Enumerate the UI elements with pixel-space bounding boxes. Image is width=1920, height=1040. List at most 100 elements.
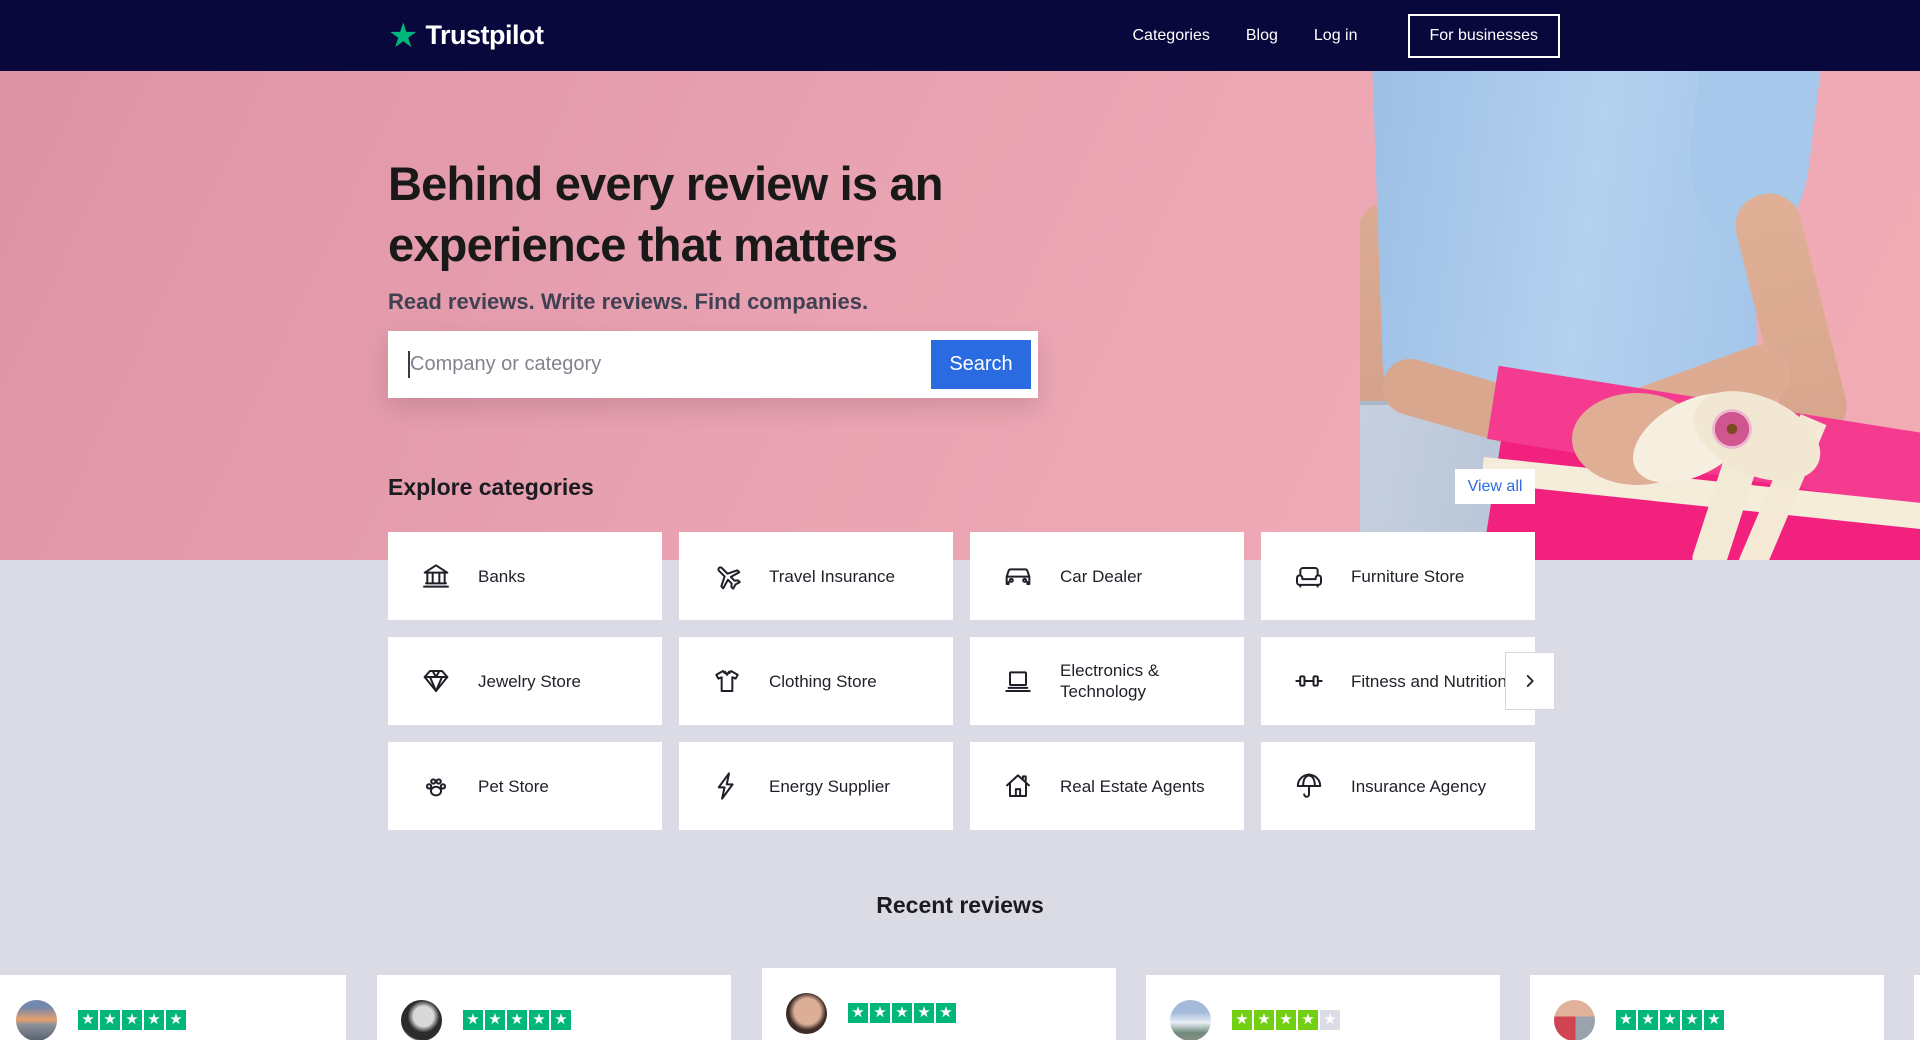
trustpilot-homepage: ★ Trustpilot Categories Blog Log in For …	[0, 0, 1920, 1040]
star-icon: ★	[892, 1003, 912, 1023]
star-icon: ★	[463, 1010, 483, 1030]
category-card-electronics-technology[interactable]: Electronics & Technology	[970, 637, 1244, 725]
category-label: Insurance Agency	[1351, 776, 1487, 796]
reviewer-avatar	[401, 1000, 442, 1040]
star-icon: ★	[78, 1010, 98, 1030]
hero-section: Behind every review is an experience tha…	[0, 71, 1920, 560]
star-icon: ★	[936, 1003, 956, 1023]
hero-title-line2: experience that matters	[388, 218, 898, 271]
nav-link-login[interactable]: Log in	[1314, 27, 1358, 45]
for-businesses-button[interactable]: For businesses	[1407, 13, 1560, 58]
laptop-icon	[1002, 665, 1034, 697]
diamond-icon	[420, 665, 452, 697]
search-button[interactable]: Search	[931, 340, 1031, 389]
search-input[interactable]	[388, 331, 928, 398]
top-navbar: ★ Trustpilot Categories Blog Log in For …	[0, 0, 1920, 71]
review-card[interactable]: ★ ★ ★ ★ ★	[762, 968, 1116, 1040]
category-card-furniture-store[interactable]: Furniture Store	[1261, 532, 1535, 620]
star-icon: ★	[1638, 1010, 1658, 1030]
star-rating-4: ★ ★ ★ ★ ★	[1232, 1010, 1340, 1030]
category-label: Pet Store	[478, 776, 549, 796]
umbrella-icon	[1293, 770, 1325, 802]
hero-title: Behind every review is an experience tha…	[388, 153, 944, 275]
star-icon: ★	[1616, 1010, 1636, 1030]
nav-link-categories[interactable]: Categories	[1133, 27, 1210, 45]
star-icon: ★	[529, 1010, 549, 1030]
category-label: Car Dealer	[1060, 566, 1143, 586]
star-icon: ★	[1660, 1010, 1680, 1030]
recent-reviews-heading: Recent reviews	[876, 892, 1044, 918]
review-card[interactable]: ★ ★ ★ ★ ★	[1146, 975, 1500, 1040]
category-card-travel-insurance[interactable]: Travel Insurance	[679, 532, 953, 620]
review-card[interactable]: ★ ★ ★ ★ ★	[1530, 975, 1884, 1040]
category-card-jewelry-store[interactable]: Jewelry Store	[388, 637, 662, 725]
plane-icon	[711, 560, 743, 592]
star-rating-5: ★ ★ ★ ★ ★	[848, 1003, 956, 1023]
trustpilot-logo[interactable]: ★ Trustpilot	[388, 0, 544, 71]
house-icon	[1002, 770, 1034, 802]
category-card-insurance-agency[interactable]: Insurance Agency	[1261, 742, 1535, 830]
dumbbell-icon	[1293, 665, 1325, 697]
category-label: Travel Insurance	[769, 566, 895, 586]
star-rating-5: ★ ★ ★ ★ ★	[1616, 1010, 1724, 1030]
star-rating-5: ★ ★ ★ ★ ★	[463, 1010, 571, 1030]
car-icon	[1002, 560, 1034, 592]
review-card[interactable]: ★ ★ ★ ★ ★	[377, 975, 731, 1040]
category-label: Energy Supplier	[769, 776, 890, 796]
category-card-fitness-nutrition[interactable]: Fitness and Nutrition	[1261, 637, 1535, 725]
reviewer-avatar	[786, 993, 827, 1034]
bank-icon	[420, 560, 452, 592]
hero-photo-person-with-gift	[1360, 71, 1920, 560]
chevron-right-icon	[1526, 675, 1534, 687]
star-icon: ★	[870, 1003, 890, 1023]
star-icon: ★	[914, 1003, 934, 1023]
hero-subtitle: Read reviews. Write reviews. Find compan…	[388, 289, 869, 314]
star-icon: ★	[122, 1010, 142, 1030]
category-card-pet-store[interactable]: Pet Store	[388, 742, 662, 830]
search-bar: Search	[388, 331, 1038, 398]
category-label: Real Estate Agents	[1060, 776, 1205, 796]
star-icon: ★	[1254, 1010, 1274, 1030]
star-icon: ★	[1276, 1010, 1296, 1030]
category-card-real-estate-agents[interactable]: Real Estate Agents	[970, 742, 1244, 830]
star-icon: ★	[507, 1010, 527, 1030]
star-icon: ★	[1320, 1010, 1340, 1030]
reviewer-avatar	[16, 1000, 57, 1040]
categories-next-button[interactable]	[1505, 652, 1555, 710]
category-card-banks[interactable]: Banks	[388, 532, 662, 620]
nav-links: Categories Blog Log in For businesses	[1133, 0, 1560, 71]
trustpilot-star-icon: ★	[388, 16, 419, 55]
sofa-icon	[1293, 560, 1325, 592]
star-icon: ★	[848, 1003, 868, 1023]
paw-icon	[420, 770, 452, 802]
explore-categories-heading: Explore categories	[388, 474, 594, 500]
nav-link-blog[interactable]: Blog	[1246, 27, 1278, 45]
star-icon: ★	[1232, 1010, 1252, 1030]
reviewer-avatar	[1170, 1000, 1211, 1040]
category-card-energy-supplier[interactable]: Energy Supplier	[679, 742, 953, 830]
category-card-car-dealer[interactable]: Car Dealer	[970, 532, 1244, 620]
star-icon: ★	[1682, 1010, 1702, 1030]
star-rating-5: ★ ★ ★ ★ ★	[78, 1010, 186, 1030]
star-icon: ★	[485, 1010, 505, 1030]
category-label: Electronics & Technology	[1060, 661, 1160, 701]
category-label: Clothing Store	[769, 671, 877, 691]
text-caret	[408, 351, 410, 378]
shirt-icon	[711, 665, 743, 697]
hero-title-line1: Behind every review is an	[388, 157, 944, 210]
category-card-clothing-store[interactable]: Clothing Store	[679, 637, 953, 725]
gift-bow-flower	[1712, 409, 1752, 449]
category-label: Furniture Store	[1351, 566, 1465, 586]
category-label: Fitness and Nutrition	[1351, 671, 1507, 691]
review-card[interactable]	[1914, 975, 1920, 1040]
category-label: Banks	[478, 566, 526, 586]
star-icon: ★	[1298, 1010, 1318, 1030]
star-icon: ★	[100, 1010, 120, 1030]
bolt-icon	[711, 770, 743, 802]
view-all-button[interactable]: View all	[1455, 469, 1535, 504]
review-card[interactable]: ★ ★ ★ ★ ★	[0, 975, 346, 1040]
reviewer-avatar	[1554, 1000, 1595, 1040]
logo-wordmark: Trustpilot	[425, 20, 544, 50]
star-icon: ★	[144, 1010, 164, 1030]
star-icon: ★	[551, 1010, 571, 1030]
